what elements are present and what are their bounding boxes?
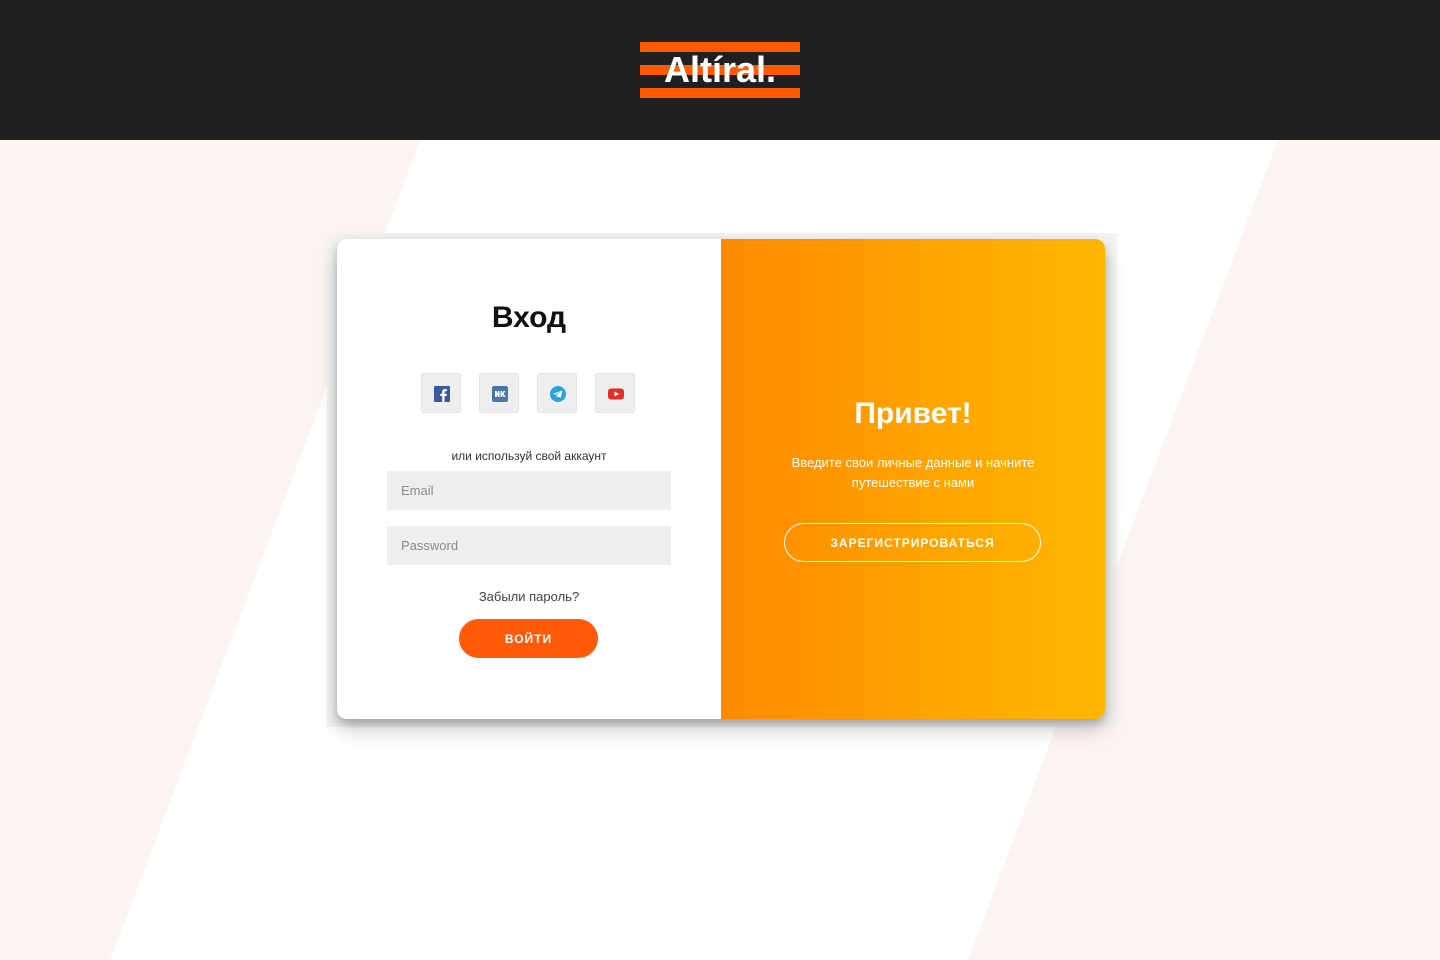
vk-icon [492, 386, 508, 402]
welcome-text: Введите свои личные данные и начните пут… [791, 455, 1035, 490]
register-button[interactable]: ЗАРЕГИСТРИРОВАТЬСЯ [784, 523, 1041, 562]
forgot-password-link[interactable]: Забыли пароль? [337, 589, 721, 605]
youtube-icon [608, 388, 624, 400]
password-field[interactable] [387, 526, 671, 565]
logo-text: Altíral. [663, 49, 777, 90]
welcome-title: Привет! [854, 397, 972, 430]
telegram-icon [550, 386, 566, 402]
youtube-button[interactable] [595, 373, 635, 413]
site-header: Altíral. [0, 0, 1440, 140]
auth-card: Вход или используй свой аккаунт Email За… [337, 239, 1105, 719]
login-title: Вход [491, 301, 567, 334]
facebook-icon [434, 386, 450, 402]
login-button[interactable]: ВОЙТИ [459, 619, 598, 658]
login-panel: Вход или используй свой аккаунт Email За… [337, 239, 721, 719]
social-login-row [421, 373, 637, 413]
facebook-button[interactable] [421, 373, 461, 413]
alt-login-caption: или используй свой аккаунт [451, 449, 607, 463]
brand-logo[interactable]: Altíral. [640, 42, 800, 98]
vk-button[interactable] [479, 373, 519, 413]
welcome-panel: Привет! Введите свои личные данные и нач… [721, 239, 1105, 719]
telegram-button[interactable] [537, 373, 577, 413]
email-field[interactable] [387, 471, 671, 510]
